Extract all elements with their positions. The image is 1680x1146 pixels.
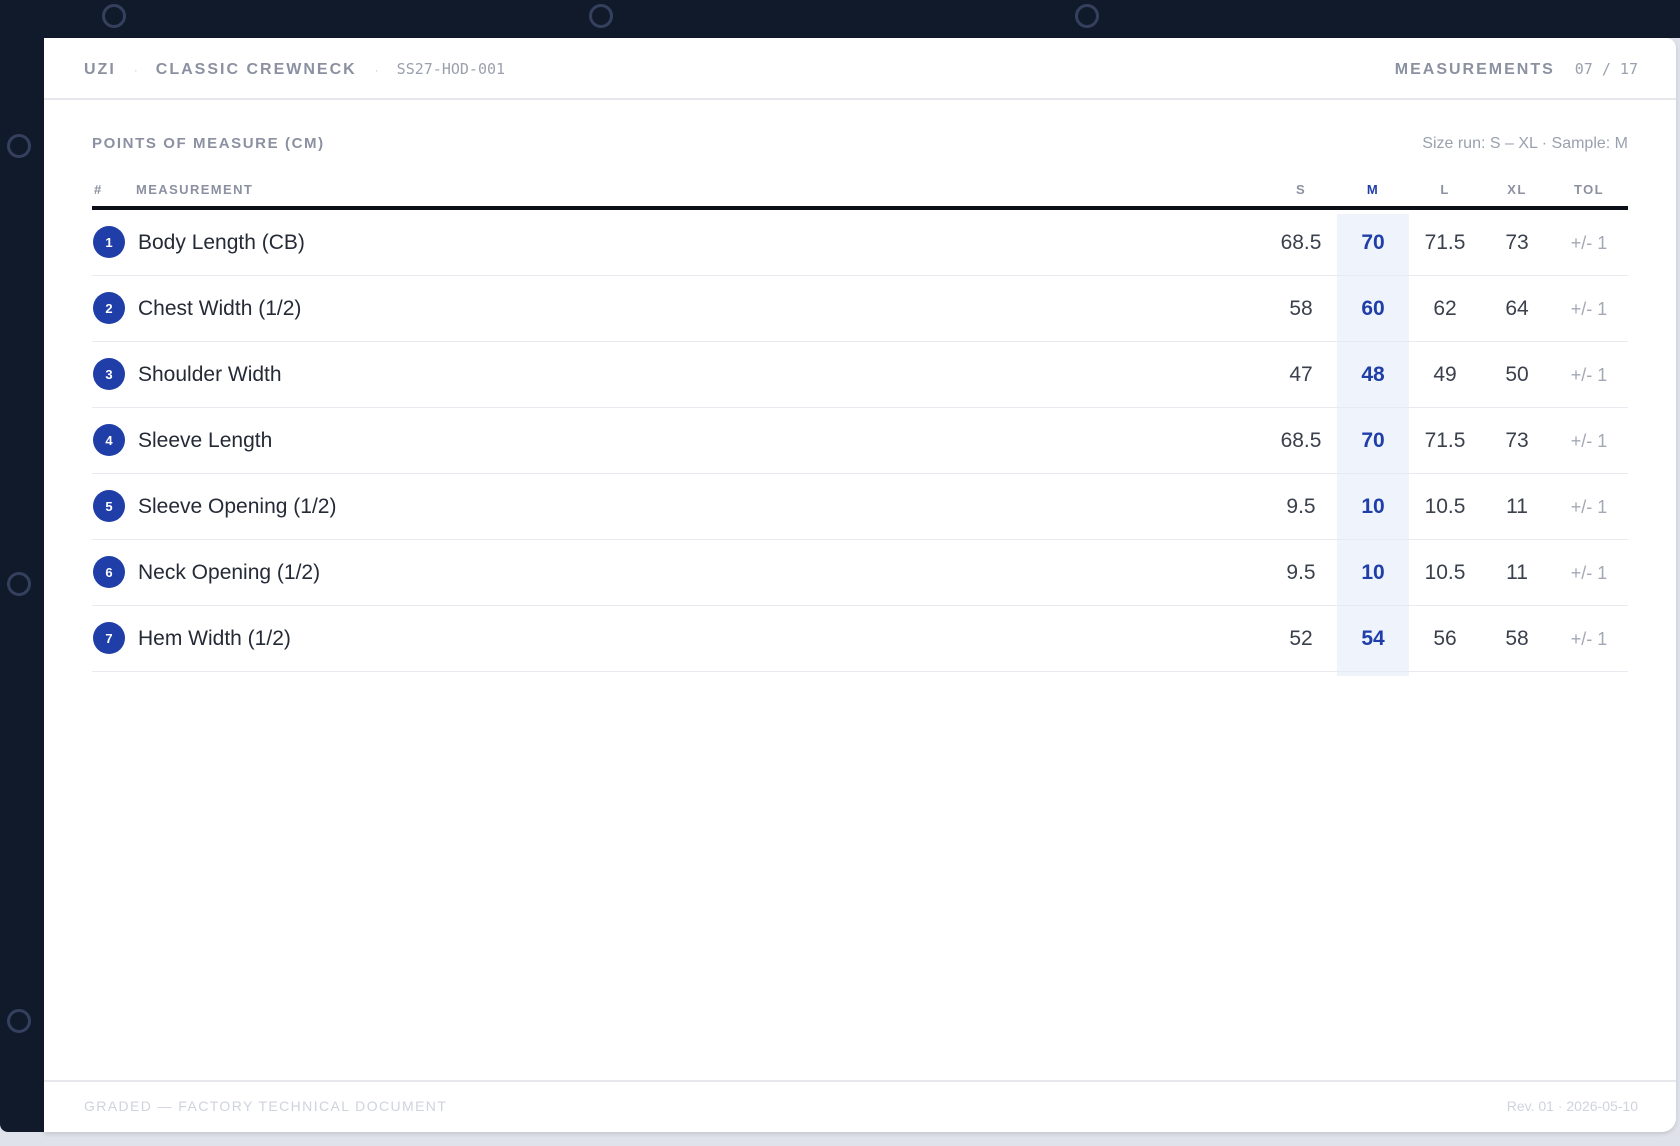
binder-ring-icon xyxy=(7,1009,31,1033)
tolerance-value: +/- 1 xyxy=(1570,299,1608,319)
value-xl: 58 xyxy=(1505,627,1529,650)
value-l: 62 xyxy=(1433,297,1457,320)
table-row: 3 Shoulder Width 47 48 49 50 +/- 1 xyxy=(92,342,1628,408)
value-xl: 11 xyxy=(1506,495,1528,518)
measurement-name: Neck Opening (1/2) xyxy=(138,561,321,584)
binder-ring-icon xyxy=(7,572,31,596)
column-header-s: S xyxy=(1295,182,1307,197)
value-m: 70 xyxy=(1361,231,1385,254)
tolerance-value: +/- 1 xyxy=(1570,431,1608,451)
measurement-name: Sleeve Length xyxy=(138,429,273,452)
value-xl: 73 xyxy=(1505,231,1529,254)
sheet-header: UZI · CLASSIC CREWNECK · SS27-HOD-001 ME… xyxy=(44,38,1676,100)
column-header-xl: XL xyxy=(1507,182,1527,197)
binder-ring-icon xyxy=(7,134,31,158)
table-row: 6 Neck Opening (1/2) 9.5 10 10.5 11 +/- … xyxy=(92,540,1628,606)
revision-date: Rev. 01 · 2026-05-10 xyxy=(1506,1098,1638,1114)
value-m: 70 xyxy=(1361,429,1385,452)
page-counter: 07 / 17 xyxy=(1574,60,1638,78)
measurement-table: # MEASUREMENT S M L XL TOL 1 Body Length… xyxy=(92,178,1628,676)
value-m: 10 xyxy=(1361,495,1385,518)
row-number-badge: 6 xyxy=(93,556,125,588)
sheet-footer: GRADED — FACTORY TECHNICAL DOCUMENT Rev.… xyxy=(44,1080,1676,1132)
section-indicator: MEASUREMENTS 07 / 17 xyxy=(1395,60,1638,79)
spec-sheet-page: UZI · CLASSIC CREWNECK · SS27-HOD-001 ME… xyxy=(44,38,1676,1132)
tolerance-value: +/- 1 xyxy=(1570,365,1608,385)
column-header-measurement: MEASUREMENT xyxy=(136,182,254,197)
column-header-l: L xyxy=(1440,182,1450,197)
value-s: 9.5 xyxy=(1286,561,1316,584)
size-run-note: Size run: S – XL · Sample: M xyxy=(1422,135,1628,152)
table-header: # MEASUREMENT S M L XL TOL xyxy=(92,178,1628,210)
value-l: 71.5 xyxy=(1424,231,1466,254)
value-m: 48 xyxy=(1361,363,1385,386)
column-header-number: # xyxy=(94,182,103,197)
value-l: 10.5 xyxy=(1424,561,1466,584)
table-row: 2 Chest Width (1/2) 58 60 62 64 +/- 1 xyxy=(92,276,1628,342)
table-row: 4 Sleeve Length 68.5 70 71.5 73 +/- 1 xyxy=(92,408,1628,474)
row-number-badge: 5 xyxy=(93,490,125,522)
document-type-label: GRADED — FACTORY TECHNICAL DOCUMENT xyxy=(84,1098,448,1114)
table-row: 1 Body Length (CB) 68.5 70 71.5 73 +/- 1 xyxy=(92,210,1628,276)
value-xl: 64 xyxy=(1505,297,1529,320)
value-s: 68.5 xyxy=(1280,231,1322,254)
value-s: 52 xyxy=(1289,627,1313,650)
section-title: MEASUREMENTS xyxy=(1394,61,1555,78)
column-header-tolerance: TOL xyxy=(1574,182,1604,197)
value-s: 68.5 xyxy=(1280,429,1322,452)
value-m: 54 xyxy=(1361,627,1385,650)
row-number-badge: 1 xyxy=(93,226,125,258)
value-s: 9.5 xyxy=(1286,495,1316,518)
tolerance-value: +/- 1 xyxy=(1570,563,1608,583)
row-number-badge: 4 xyxy=(93,424,125,456)
measurement-name: Chest Width (1/2) xyxy=(138,297,302,320)
value-xl: 73 xyxy=(1505,429,1529,452)
measurement-name: Hem Width (1/2) xyxy=(138,627,291,650)
style-code: SS27-HOD-001 xyxy=(396,60,506,78)
binder-ring-icon xyxy=(102,4,126,28)
value-l: 49 xyxy=(1433,363,1457,386)
tolerance-value: +/- 1 xyxy=(1570,497,1608,517)
table-row: 5 Sleeve Opening (1/2) 9.5 10 10.5 11 +/… xyxy=(92,474,1628,540)
value-xl: 50 xyxy=(1505,363,1529,386)
measurement-name: Shoulder Width xyxy=(138,363,282,386)
table-row: 7 Hem Width (1/2) 52 54 56 58 +/- 1 xyxy=(92,606,1628,672)
tolerance-value: +/- 1 xyxy=(1570,629,1608,649)
value-l: 56 xyxy=(1433,627,1457,650)
breadcrumb-separator: · xyxy=(133,63,138,77)
row-number-badge: 2 xyxy=(93,292,125,324)
value-m: 60 xyxy=(1361,297,1385,320)
binder-ring-icon xyxy=(589,4,613,28)
measurement-name: Body Length (CB) xyxy=(138,231,305,254)
breadcrumb: UZI · CLASSIC CREWNECK · SS27-HOD-001 xyxy=(84,60,505,79)
value-xl: 11 xyxy=(1506,561,1528,584)
breadcrumb-separator: · xyxy=(374,63,379,77)
value-l: 71.5 xyxy=(1424,429,1466,452)
brand-name: UZI xyxy=(84,61,116,78)
binder-spine xyxy=(0,0,50,1132)
row-number-badge: 3 xyxy=(93,358,125,390)
tolerance-value: +/- 1 xyxy=(1570,233,1608,253)
binder-top-strip xyxy=(0,0,1680,38)
product-name: CLASSIC CREWNECK xyxy=(155,61,357,78)
value-s: 47 xyxy=(1289,363,1313,386)
value-l: 10.5 xyxy=(1424,495,1466,518)
value-m: 10 xyxy=(1361,561,1385,584)
binder-ring-icon xyxy=(1075,4,1099,28)
column-header-m: M xyxy=(1366,182,1380,197)
points-of-measure-title: POINTS OF MEASURE (CM) xyxy=(92,135,325,152)
row-number-badge: 7 xyxy=(93,622,125,654)
value-s: 58 xyxy=(1289,297,1313,320)
measurement-name: Sleeve Opening (1/2) xyxy=(138,495,337,518)
